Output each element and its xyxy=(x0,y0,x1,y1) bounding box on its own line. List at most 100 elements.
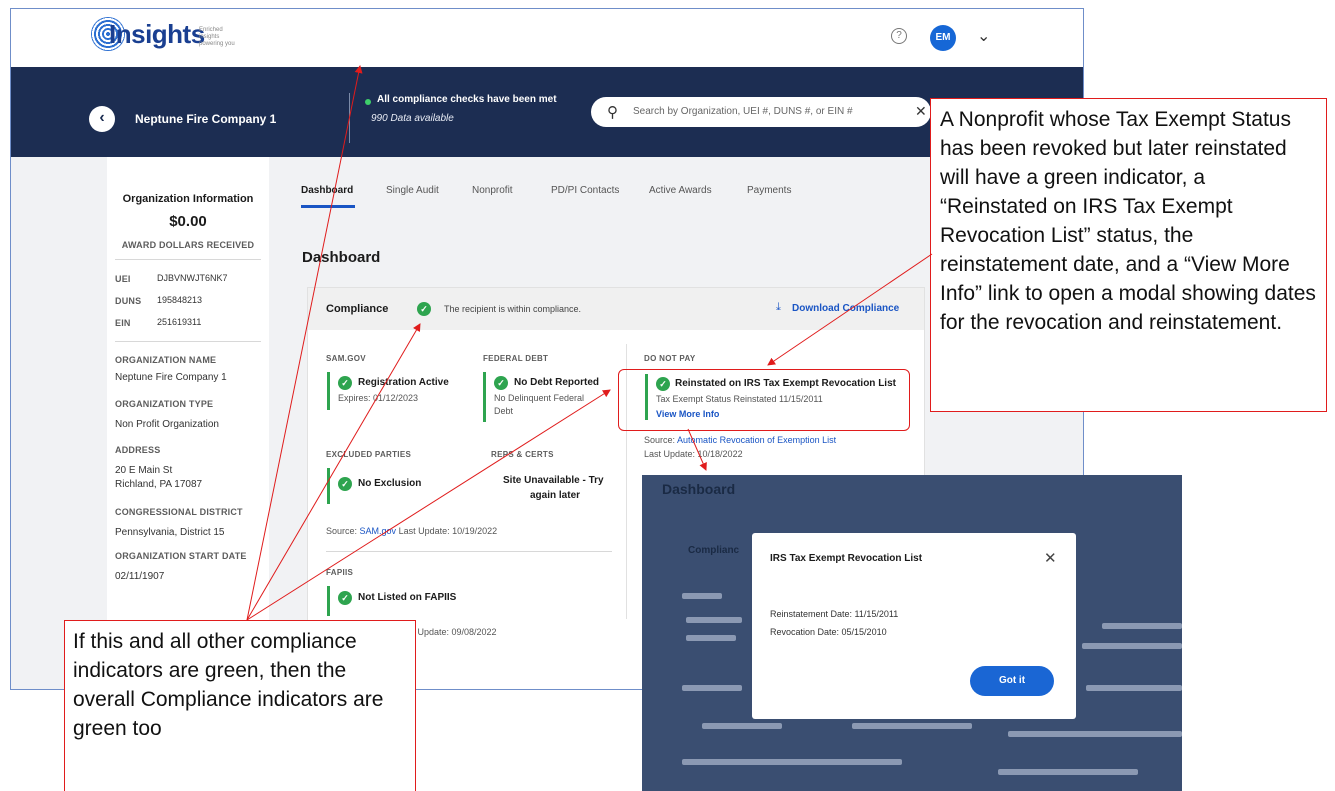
dnp-source: Source: Automatic Revocation of Exemptio… xyxy=(644,434,836,447)
address-line2: Richland, PA 17087 xyxy=(115,479,203,490)
dnp-section-label: DO NOT PAY xyxy=(644,354,696,363)
modal-bg-compliance: Complianc xyxy=(688,545,740,556)
sam-source: Source: SAM.gov Last Update: 10/19/2022 xyxy=(326,525,497,538)
start-date-label: ORGANIZATION START DATE xyxy=(115,551,247,561)
active-tab-indicator xyxy=(301,205,355,208)
uei-label: UEI xyxy=(115,274,131,284)
start-date-value: 02/11/1907 xyxy=(115,571,165,582)
status-bar xyxy=(483,372,486,422)
download-compliance-link[interactable]: Download Compliance xyxy=(792,303,899,314)
award-amount-label: AWARD DOLLARS RECEIVED xyxy=(121,240,255,250)
excluded-section-label: EXCLUDED PARTIES xyxy=(326,450,412,459)
got-it-button[interactable]: Got it xyxy=(970,666,1054,696)
fapiis-last-update: st Update: 09/08/2022 xyxy=(408,627,497,637)
sam-section-label: SAM.GOV xyxy=(326,354,366,363)
org-name-value: Neptune Fire Company 1 xyxy=(115,372,227,383)
close-icon[interactable]: ✕ xyxy=(1044,549,1057,567)
logo-tagline: Enriched insights powering you xyxy=(199,27,235,47)
address-label: ADDRESS xyxy=(115,445,161,455)
insights-logo[interactable]: Insights Enriched insights powering you xyxy=(91,17,241,51)
blurred-row xyxy=(686,617,742,623)
blurred-row xyxy=(682,759,902,765)
page-title: Dashboard xyxy=(302,249,381,266)
check-circle-icon: ✓ xyxy=(338,591,352,605)
clear-search-icon[interactable]: ✕ xyxy=(915,103,927,120)
top-header: Insights Enriched insights powering you … xyxy=(11,9,1083,65)
source-prefix: Source: xyxy=(644,435,676,445)
debt-sub-1: No Delinquent Federal xyxy=(494,393,585,403)
ein-label: EIN xyxy=(115,318,131,328)
revocation-modal: IRS Tax Exempt Revocation List ✕ Reinsta… xyxy=(752,533,1076,719)
sam-last-update: Last Update: 10/19/2022 xyxy=(398,526,498,536)
fapiis-status: Not Listed on FAPIIS xyxy=(358,592,457,603)
reinstatement-date: Reinstatement Date: 11/15/2011 xyxy=(770,609,899,619)
debt-status: No Debt Reported xyxy=(514,377,599,388)
modal-bg-title: Dashboard xyxy=(662,481,736,497)
ein-value: 251619311 xyxy=(157,317,202,327)
duns-value: 195848213 xyxy=(157,295,203,305)
status-bar xyxy=(327,586,330,616)
tab-nonprofit[interactable]: Nonprofit xyxy=(472,185,513,196)
divider xyxy=(115,259,261,260)
download-icon[interactable]: ⤓ xyxy=(776,301,781,314)
blurred-row xyxy=(702,723,782,729)
divider xyxy=(349,93,350,143)
reps-section-label: REPS & CERTS xyxy=(491,450,554,459)
excluded-status: No Exclusion xyxy=(358,478,422,489)
tab-pd-pi-contacts[interactable]: PD/PI Contacts xyxy=(551,185,619,196)
org-type-label: ORGANIZATION TYPE xyxy=(115,399,214,409)
org-info-panel: Organization Information $0.00 AWARD DOL… xyxy=(107,157,269,689)
back-button[interactable]: ‹ xyxy=(89,106,115,132)
org-title: Neptune Fire Company 1 xyxy=(135,112,277,126)
blurred-row xyxy=(1008,731,1182,737)
fapiis-section-label: FAPIIS xyxy=(326,568,354,577)
check-circle-icon: ✓ xyxy=(494,376,508,390)
status-dot-icon xyxy=(365,99,371,105)
org-nav-band: ‹ Neptune Fire Company 1 All compliance … xyxy=(11,67,1083,157)
tab-dashboard[interactable]: Dashboard xyxy=(301,185,353,196)
blurred-row xyxy=(1082,643,1182,649)
chevron-down-icon[interactable]: ⌄ xyxy=(977,26,990,46)
logo-wordmark: Insights xyxy=(109,19,205,49)
debt-section-label: FEDERAL DEBT xyxy=(483,354,549,363)
status-bar xyxy=(327,372,330,410)
annotation-right: A Nonprofit whose Tax Exempt Status has … xyxy=(930,98,1327,412)
sam-gov-link[interactable]: SAM.gov xyxy=(360,526,397,536)
compliance-header: Compliance ✓ The recipient is within com… xyxy=(308,288,924,330)
district-label: CONGRESSIONAL DISTRICT xyxy=(115,507,243,517)
annotation-left: If this and all other compliance indicat… xyxy=(64,620,416,791)
district-value: Pennsylvania, District 15 xyxy=(115,527,225,538)
search-placeholder: Search by Organization, UEI #, DUNS #, o… xyxy=(633,106,853,117)
sam-expiry: Expires: 01/12/2023 xyxy=(338,393,419,403)
source-prefix: Source: xyxy=(326,526,358,536)
search-input[interactable]: ⚲ Search by Organization, UEI #, DUNS #,… xyxy=(591,97,931,127)
tab-active-awards[interactable]: Active Awards xyxy=(649,185,712,196)
blurred-row xyxy=(686,635,736,641)
blurred-row xyxy=(1086,685,1182,691)
tab-payments[interactable]: Payments xyxy=(747,185,791,196)
check-circle-icon: ✓ xyxy=(338,376,352,390)
modal-screenshot: Dashboard Complianc IRS Tax Exempt Revoc… xyxy=(642,475,1182,791)
org-type-value: Non Profit Organization xyxy=(115,419,219,430)
search-icon: ⚲ xyxy=(607,104,618,121)
org-name-label: ORGANIZATION NAME xyxy=(115,355,217,365)
blurred-row xyxy=(682,593,722,599)
award-amount: $0.00 xyxy=(169,213,207,230)
check-circle-icon: ✓ xyxy=(417,302,431,316)
tab-single-audit[interactable]: Single Audit xyxy=(386,185,439,196)
revocation-list-link[interactable]: Automatic Revocation of Exemption List xyxy=(677,435,836,445)
help-icon[interactable]: ? xyxy=(891,28,907,44)
modal-title: IRS Tax Exempt Revocation List xyxy=(770,553,923,564)
status-bar xyxy=(327,468,330,504)
compliance-label: Compliance xyxy=(326,303,389,315)
dnp-last-update: Last Update: 10/18/2022 xyxy=(644,449,743,459)
user-avatar[interactable]: EM xyxy=(930,25,956,51)
sam-status: Registration Active xyxy=(358,377,449,388)
address-line1: 20 E Main St xyxy=(115,465,173,476)
compliance-status: The recipient is within compliance. xyxy=(444,304,582,314)
check-circle-icon: ✓ xyxy=(338,477,352,491)
uei-value: DJBVNWJT6NK7 xyxy=(157,273,228,283)
debt-sub-2: Debt xyxy=(494,406,514,416)
blurred-row xyxy=(998,769,1138,775)
highlight-box xyxy=(618,369,910,431)
